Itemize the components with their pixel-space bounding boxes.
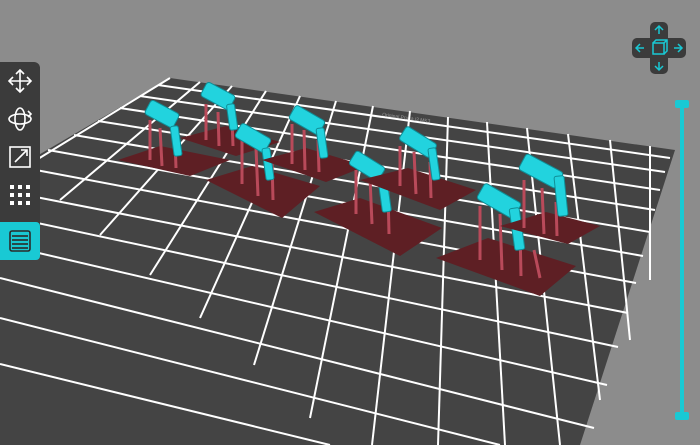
upper-layer-handle[interactable] [675,100,689,108]
build-plate [0,78,675,445]
layers-icon [9,230,31,252]
rotate-icon [8,107,33,131]
arrows-move-icon [7,68,33,94]
layers-tool-button[interactable] [0,222,40,260]
scale-tool-button[interactable] [3,140,37,174]
scale-icon [9,146,31,168]
layer-slider-track [680,106,684,414]
layer-slider[interactable] [675,100,689,420]
arrange-tool-button[interactable] [3,178,37,212]
move-tool-button[interactable] [3,64,37,98]
rotate-tool-button[interactable] [3,102,37,136]
3d-viewport[interactable]: Original Prusa i3 MK3 [0,0,700,445]
lower-layer-handle[interactable] [675,412,689,420]
view-navigation-gizmo[interactable] [632,22,686,74]
grid-dots-icon [10,185,30,205]
